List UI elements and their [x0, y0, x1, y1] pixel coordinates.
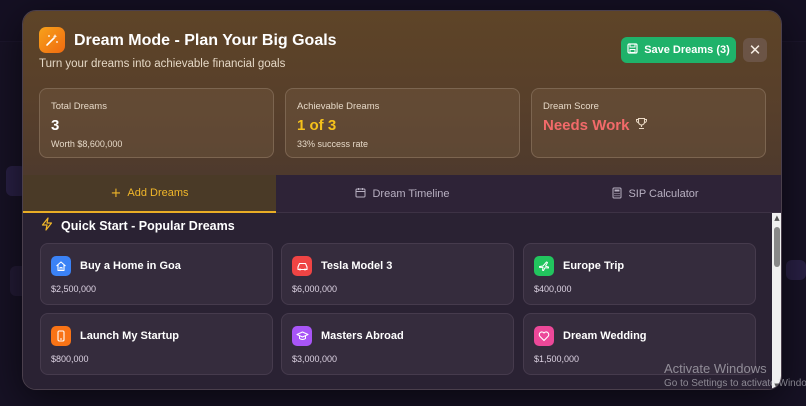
section-title: Quick Start - Popular Dreams [40, 217, 235, 234]
section-title-text: Quick Start - Popular Dreams [61, 218, 235, 233]
car-icon [292, 256, 312, 276]
scroll-up-icon[interactable]: ▲ [773, 213, 781, 223]
stat-value: 1 of 3 [297, 117, 337, 134]
tab-bar: + Add Dreams Dream Timeline SIP Calculat… [23, 175, 781, 213]
dream-card-name: Buy a Home in Goa [80, 260, 181, 272]
calculator-icon [612, 187, 622, 202]
dream-card-name: Dream Wedding [563, 330, 647, 342]
stat-achievable-dreams: Achievable Dreams 1 of 3 33% success rat… [285, 88, 520, 158]
tab-sip-calculator[interactable]: SIP Calculator [529, 175, 781, 213]
tab-label: Dream Timeline [372, 188, 450, 200]
stat-total-dreams: Total Dreams 3 Worth $8,600,000 [39, 88, 274, 158]
stat-label: Total Dreams [51, 101, 107, 112]
tab-dream-timeline[interactable]: Dream Timeline [276, 175, 529, 213]
watermark-title: Activate Windows [664, 361, 767, 376]
dream-card-startup[interactable]: Launch My Startup $800,000 [40, 313, 273, 375]
dream-card-amount: $6,000,000 [292, 284, 338, 294]
dream-mode-modal: Dream Mode - Plan Your Big Goals Turn yo… [22, 10, 782, 390]
stat-dream-score: Dream Score Needs Work [531, 88, 766, 158]
save-dreams-button[interactable]: Save Dreams (3) [621, 37, 736, 63]
dream-card-amount: $1,500,000 [534, 354, 580, 364]
lightning-icon [40, 217, 54, 234]
dream-card-amount: $400,000 [534, 284, 572, 294]
stat-label: Achievable Dreams [297, 101, 380, 112]
close-button[interactable]: ✕ [743, 38, 767, 62]
windows-activation-watermark: Activate Windows Go to Settings to activ… [664, 361, 806, 389]
scroll-thumb[interactable] [774, 227, 780, 267]
dream-card-europe[interactable]: Europe Trip $400,000 [523, 243, 756, 305]
stat-label: Dream Score [543, 101, 599, 112]
trophy-icon [635, 117, 648, 134]
modal-subtitle: Turn your dreams into achievable financi… [39, 58, 286, 70]
tab-label: Add Dreams [127, 187, 189, 199]
stat-sub: Worth $8,600,000 [51, 139, 123, 149]
dream-card-amount: $3,000,000 [292, 354, 338, 364]
dream-card-name: Launch My Startup [80, 330, 180, 342]
modal-title: Dream Mode - Plan Your Big Goals [74, 32, 337, 49]
heart-icon [534, 326, 554, 346]
save-dreams-label: Save Dreams (3) [644, 44, 730, 56]
dream-card-name: Masters Abroad [321, 330, 404, 342]
stat-value: Needs Work [543, 117, 630, 134]
save-icon [627, 43, 638, 57]
phone-icon [51, 326, 71, 346]
stat-value-row: Needs Work [543, 117, 754, 134]
modal-header: Dream Mode - Plan Your Big Goals Turn yo… [23, 11, 781, 175]
stat-sub: 33% success rate [297, 139, 369, 149]
dream-card-amount: $800,000 [51, 354, 89, 364]
dream-card-home[interactable]: Buy a Home in Goa $2,500,000 [40, 243, 273, 305]
calendar-icon [355, 187, 366, 201]
plane-icon [534, 256, 554, 276]
dream-card-amount: $2,500,000 [51, 284, 97, 294]
home-icon [51, 256, 71, 276]
magic-wand-icon [39, 27, 65, 53]
tab-label: SIP Calculator [628, 188, 699, 200]
dream-card-name: Europe Trip [563, 260, 625, 272]
graduation-cap-icon [292, 326, 312, 346]
close-icon: ✕ [748, 41, 762, 59]
dream-card-tesla[interactable]: Tesla Model 3 $6,000,000 [281, 243, 514, 305]
stat-value: 3 [51, 117, 60, 134]
plus-icon: + [110, 185, 122, 201]
dream-card-name: Tesla Model 3 [321, 260, 393, 272]
tab-add-dreams[interactable]: + Add Dreams [23, 175, 276, 213]
watermark-subtitle: Go to Settings to activate Windows. [664, 378, 806, 389]
dream-card-masters[interactable]: Masters Abroad $3,000,000 [281, 313, 514, 375]
